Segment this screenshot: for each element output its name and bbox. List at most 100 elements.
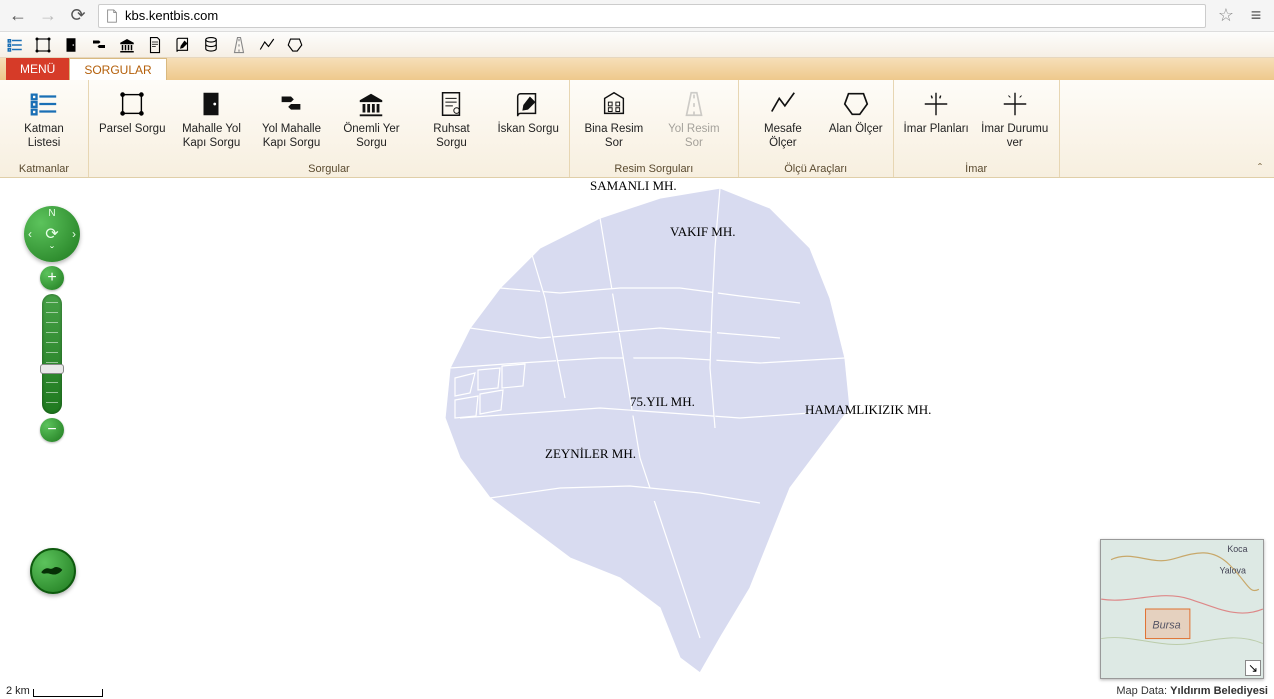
district-polygons — [445, 188, 850, 673]
signpost-icon[interactable] — [88, 34, 110, 56]
map-label-zeyniler: ZEYNİLER MH. — [545, 446, 636, 461]
page-icon — [105, 9, 119, 23]
book-pen-icon — [513, 86, 543, 122]
tab-menu[interactable]: MENÜ — [6, 58, 69, 80]
polyline-icon[interactable] — [256, 34, 278, 56]
ribbon-group-label: Ölçü Araçları — [743, 161, 889, 175]
crosshair-doc-icon — [1000, 86, 1030, 122]
ribbon-item-label: İmar Planları — [904, 122, 969, 136]
bina-resim-button[interactable]: Bina Resim Sor — [574, 84, 654, 161]
scale-label: 2 km — [6, 685, 30, 697]
bank-icon[interactable] — [116, 34, 138, 56]
compass-control[interactable]: N ‹ › ˇ ⟳ — [24, 206, 80, 262]
ribbon-item-label: Yol Resim Sor — [660, 122, 728, 150]
parsel-sorgu-button[interactable]: Parsel Sorgu — [93, 84, 171, 161]
imar-planlari-button[interactable]: İmar Planları — [898, 84, 975, 161]
alan-olcer-button[interactable]: Alan Ölçer — [823, 84, 889, 161]
ribbon-item-label: Katman Listesi — [10, 122, 78, 150]
ribbon-item-label: Yol Mahalle Kapı Sorgu — [257, 122, 325, 150]
map-canvas[interactable]: SAMANLI MH. VAKIF MH. 75.YIL MH. HAMAMLI… — [0, 178, 1274, 699]
measure-line-icon — [768, 86, 798, 122]
quick-access-toolbar — [0, 32, 1274, 58]
ribbon-item-label: Mesafe Ölçer — [749, 122, 817, 150]
ribbon-group-label: Katmanlar — [4, 161, 84, 175]
overview-toggle-icon[interactable]: ↘ — [1245, 660, 1261, 676]
bank-icon — [356, 86, 386, 122]
ruhsat-sorgu-button[interactable]: Ruhsat Sorgu — [411, 84, 491, 161]
katman-listesi-button[interactable]: Katman Listesi — [4, 84, 84, 161]
zoom-slider-handle[interactable] — [40, 364, 64, 374]
ribbon-group-label: Sorgular — [93, 161, 565, 175]
map-label-samanli: SAMANLI MH. — [590, 178, 677, 193]
zoom-slider-track[interactable] — [42, 294, 62, 414]
ribbon-collapse-icon[interactable]: ˆ — [1252, 161, 1268, 175]
onemli-yer-button[interactable]: Önemli Yer Sorgu — [331, 84, 411, 161]
forward-button[interactable]: → — [34, 2, 62, 30]
map-label-75yil: 75.YIL MH. — [630, 394, 695, 409]
door-icon — [196, 86, 226, 122]
ribbon-item-label: İskan Sorgu — [497, 122, 558, 136]
overview-map[interactable]: Koca Yalova Bursa ↘ — [1100, 539, 1264, 679]
ribbon-group-resim: Bina Resim Sor Yol Resim Sor Resim Sorgu… — [570, 80, 739, 177]
browser-toolbar: ← → ⟳ ☆ ≡ — [0, 0, 1274, 32]
imar-durumu-button[interactable]: İmar Durumu ver — [975, 84, 1055, 161]
pan-left-icon[interactable]: ‹ — [28, 227, 32, 241]
compass-reset-icon[interactable]: ⟳ — [45, 224, 58, 244]
edit-book-icon[interactable] — [172, 34, 194, 56]
zoom-out-button[interactable]: − — [40, 418, 64, 442]
door-icon[interactable] — [60, 34, 82, 56]
iskan-sorgu-button[interactable]: İskan Sorgu — [491, 84, 564, 161]
address-bar[interactable] — [98, 4, 1206, 28]
ribbon-item-label: Mahalle Yol Kapı Sorgu — [177, 122, 245, 150]
road-icon[interactable] — [228, 34, 250, 56]
overview-label: Yalova — [1219, 566, 1246, 576]
bookmark-star-icon[interactable]: ☆ — [1212, 2, 1240, 30]
parcel-icon[interactable] — [32, 34, 54, 56]
layer-list-icon — [29, 86, 59, 122]
measure-area-icon — [841, 86, 871, 122]
ribbon-group-imar: İmar Planları İmar Durumu ver İmar — [894, 80, 1060, 177]
building-icon — [599, 86, 629, 122]
reload-button[interactable]: ⟳ — [64, 2, 92, 30]
tab-sorgular[interactable]: SORGULAR — [69, 58, 166, 80]
globe-icon — [39, 562, 67, 580]
ribbon-item-label: Bina Resim Sor — [580, 122, 648, 150]
attribution-prefix: Map Data: — [1116, 685, 1170, 697]
yol-mahalle-kapi-button[interactable]: Yol Mahalle Kapı Sorgu — [251, 84, 331, 161]
zoom-in-button[interactable]: + — [40, 266, 64, 290]
zoom-control: + − — [40, 266, 64, 442]
compass-north-label: N — [48, 208, 55, 219]
license-doc-icon — [436, 86, 466, 122]
road-photo-icon — [679, 86, 709, 122]
mesafe-olcer-button[interactable]: Mesafe Ölçer — [743, 84, 823, 161]
ribbon-item-label: Ruhsat Sorgu — [417, 122, 485, 150]
map-svg: SAMANLI MH. VAKIF MH. 75.YIL MH. HAMAMLI… — [0, 178, 1274, 699]
database-icon[interactable] — [200, 34, 222, 56]
mahalle-yol-kapi-button[interactable]: Mahalle Yol Kapı Sorgu — [171, 84, 251, 161]
yol-resim-button: Yol Resim Sor — [654, 84, 734, 161]
back-button[interactable]: ← — [4, 2, 32, 30]
ribbon-item-label: Önemli Yer Sorgu — [337, 122, 405, 150]
pan-right-icon[interactable]: › — [72, 227, 76, 241]
map-label-vakif: VAKIF MH. — [670, 224, 736, 239]
signpost-icon — [276, 86, 306, 122]
ribbon-group-label: İmar — [898, 161, 1055, 175]
ribbon-item-label: Parsel Sorgu — [99, 122, 165, 136]
overview-label: Bursa — [1152, 620, 1180, 632]
full-extent-button[interactable] — [30, 548, 76, 594]
pan-down-icon[interactable]: ˇ — [50, 244, 54, 258]
ribbon-group-olcu: Mesafe Ölçer Alan Ölçer Ölçü Araçları — [739, 80, 894, 177]
crosshair-icon — [921, 86, 951, 122]
ribbon-group-label: Resim Sorguları — [574, 161, 734, 175]
ribbon-tabs: MENÜ SORGULAR — [0, 58, 1274, 80]
document-icon[interactable] — [144, 34, 166, 56]
browser-menu-icon[interactable]: ≡ — [1242, 2, 1270, 30]
overview-label: Koca — [1227, 544, 1247, 554]
layer-list-icon[interactable] — [4, 34, 26, 56]
ribbon-item-label: Alan Ölçer — [829, 122, 883, 136]
url-input[interactable] — [125, 8, 1199, 23]
map-attribution: Map Data: Yıldırım Belediyesi — [1116, 685, 1268, 697]
scale-bar: 2 km — [6, 685, 103, 697]
map-label-hamamlikizik: HAMAMLIKIZIK MH. — [805, 402, 931, 417]
polygon-icon[interactable] — [284, 34, 306, 56]
